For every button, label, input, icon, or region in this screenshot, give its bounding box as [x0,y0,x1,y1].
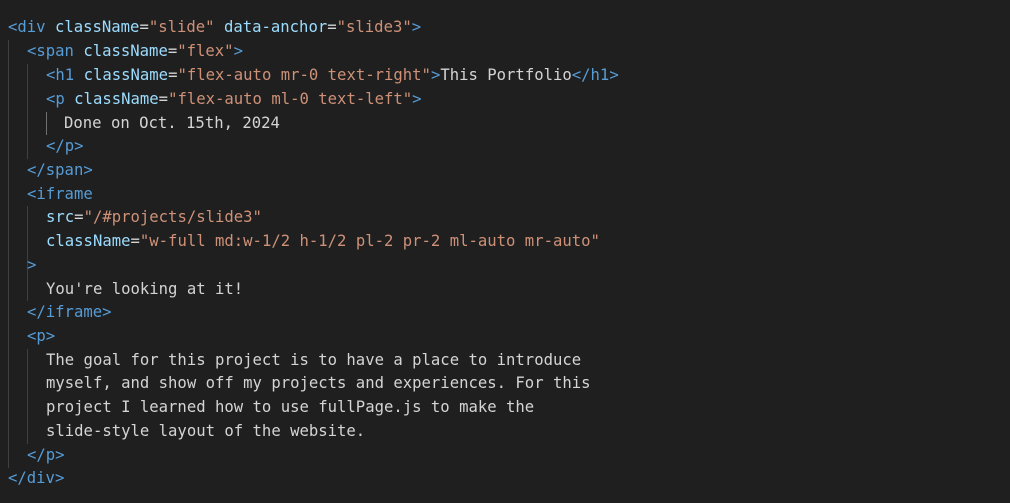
text-token: project I learned how to use fullPage.js… [46,398,535,416]
string-token: "slide" [148,18,215,36]
operator-token: = [130,232,140,250]
attribute-token: className [46,232,131,250]
text-token: This Portfolio [440,66,572,84]
code-line-15[interactable]: The goal for this project is to have a p… [46,349,581,373]
operator-token: = [139,18,149,36]
code-line-12[interactable]: You're looking at it! [46,278,243,302]
code-line-19[interactable]: </p> [27,444,65,468]
code-line-1[interactable]: <div className="slide" data-anchor="slid… [8,16,421,40]
code-line-8[interactable]: <iframe [27,183,93,207]
code-line-9[interactable]: src="/#projects/slide3" [46,206,262,230]
code-line-11[interactable]: > [27,254,36,278]
code-line-18[interactable]: slide-style layout of the website. [46,420,365,444]
tag-token: </p> [27,446,65,464]
tag-token: <p> [27,327,56,345]
text-token: You're looking at it! [46,280,244,298]
code-line-7[interactable]: </span> [27,159,93,183]
indent-guide [27,349,28,444]
indent-guide-active [46,112,47,135]
tag-token: </p> [46,137,84,155]
attribute-token: className [83,42,168,60]
tag-token: > [430,66,441,84]
indent-guide [8,40,9,468]
text-token: slide-style layout of the website. [46,422,366,440]
string-token: "slide3" [336,18,412,36]
tag-token: <h1 [46,66,75,84]
string-token: "flex-auto mr-0 text-right" [177,66,431,84]
tag-token: <span [27,42,74,60]
code-line-14[interactable]: <p> [27,325,55,349]
text-token: myself, and show off my projects and exp… [46,374,591,392]
code-line-4[interactable]: <p className="flex-auto ml-0 text-left"> [46,88,422,112]
tag-token: </span> [27,161,93,179]
tag-token: > [233,42,243,60]
attribute-token: src [46,208,75,226]
string-token: "w-full md:w-1/2 h-1/2 pl-2 pr-2 ml-auto… [139,232,600,250]
tag-token: </h1> [571,66,619,84]
operator-token: = [327,18,337,36]
string-token: "flex" [177,42,234,60]
tag-token: > [411,18,422,36]
code-line-13[interactable]: </iframe> [27,301,112,325]
tag-token: > [27,256,37,274]
attribute-token: className [74,90,159,108]
text-token: Done on Oct. 15th, 2024 [64,114,280,132]
code-line-10[interactable]: className="w-full md:w-1/2 h-1/2 pl-2 pr… [46,230,600,254]
attribute-token: className [83,66,169,84]
code-line-3[interactable]: <h1 className="flex-auto mr-0 text-right… [46,64,619,88]
tag-token: > [412,90,422,108]
code-line-20[interactable]: </div> [8,467,64,491]
tag-token: <iframe [27,185,93,203]
code-line-16[interactable]: myself, and show off my projects and exp… [46,372,591,396]
string-token: "flex-auto ml-0 text-left" [168,90,413,108]
tag-token: </div> [8,469,65,487]
tag-token: </iframe> [27,303,112,321]
tag-token: <p [46,90,65,108]
code-line-6[interactable]: </p> [46,135,84,159]
code-line-17[interactable]: project I learned how to use fullPage.js… [46,396,534,420]
code-editor[interactable]: <div className="slide" data-anchor="slid… [0,0,1010,503]
string-token: "/#projects/slide3" [83,208,262,226]
operator-token: = [74,208,84,226]
tag-token: <div [8,18,46,36]
code-line-5[interactable]: Done on Oct. 15th, 2024 [64,112,280,136]
indent-guide [27,64,28,159]
operator-token: = [167,42,178,60]
code-line-2[interactable]: <span className="flex"> [27,40,243,64]
text-token: The goal for this project is to have a p… [46,351,582,369]
attribute-token: className [54,18,140,36]
operator-token: = [158,90,169,108]
attribute-token: data-anchor [223,18,328,36]
